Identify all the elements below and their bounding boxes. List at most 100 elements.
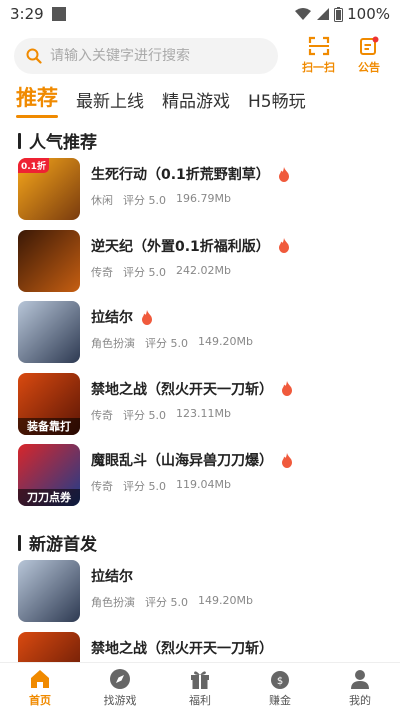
status-time: 3:29 xyxy=(10,5,44,23)
game-size: 242.02Mb xyxy=(176,263,231,277)
hot-fire-icon xyxy=(282,452,292,468)
category-tabs: 推荐 最新上线 精品游戏 H5畅玩 xyxy=(16,82,324,118)
game-title-row: 拉结尔 xyxy=(91,566,253,586)
nav-home[interactable]: 首页 xyxy=(0,663,80,712)
status-right: 100% xyxy=(294,5,390,23)
game-icon xyxy=(18,560,80,622)
section-title-new: 新游首发 xyxy=(18,530,97,555)
game-title-row: 生死行动（0.1折荒野割草） xyxy=(91,164,290,184)
game-rating: 评分 5.0 xyxy=(145,337,188,350)
game-rating: 评分 5.0 xyxy=(123,408,166,422)
game-list-item[interactable]: 逆天纪（外置0.1折福利版） 传奇 评分 5.0 242.02Mb xyxy=(18,229,388,294)
nav-label: 首页 xyxy=(29,693,51,707)
game-icon: 0.1折 xyxy=(18,158,80,220)
hot-fire-icon xyxy=(142,309,152,325)
compass-icon xyxy=(110,668,130,689)
game-rating: 评分 5.0 xyxy=(123,480,166,493)
search-input[interactable] xyxy=(50,48,250,64)
game-category: 传奇 xyxy=(91,408,113,422)
game-title-row: 逆天纪（外置0.1折福利版） xyxy=(91,236,290,256)
game-name: 魔眼乱斗（山海异兽刀刀爆） xyxy=(91,453,273,469)
game-title-row: 禁地之战（烈火开天一刀斩） xyxy=(91,638,273,658)
game-icon xyxy=(18,301,80,363)
scan-icon xyxy=(308,36,329,56)
game-list-item[interactable]: 装备靠打 禁地之战（烈火开天一刀斩） 传奇 评分 5.0 123.11Mb xyxy=(18,372,388,437)
game-title-row: 禁地之战（烈火开天一刀斩） xyxy=(91,379,293,399)
scan-button[interactable]: 扫一扫 xyxy=(302,36,335,75)
signal-icon xyxy=(317,8,330,20)
game-list-item[interactable]: 刀刀点券 魔眼乱斗（山海异兽刀刀爆） 传奇 评分 5.0 119.04Mb xyxy=(18,444,388,508)
game-title-row: 拉结尔 xyxy=(91,307,253,327)
nav-mine[interactable]: 我的 xyxy=(320,663,400,712)
game-info: 禁地之战（烈火开天一刀斩） 传奇评分 5.0 123.11Mb xyxy=(91,373,293,437)
hot-fire-icon xyxy=(278,238,289,253)
game-icon-badge: 装备靠打 xyxy=(18,417,80,435)
game-meta: 传奇评分 5.0 123.11Mb xyxy=(91,407,293,423)
game-name: 生死行动（0.1折荒野割草） xyxy=(91,167,270,183)
section-title-text: 新游首发 xyxy=(29,535,97,555)
user-icon xyxy=(351,669,369,689)
notice-label: 公告 xyxy=(358,61,380,74)
game-icon: 装备靠打 xyxy=(18,372,80,435)
game-list-item[interactable]: 拉结尔角色扮演 评分 5.0 149.20Mb xyxy=(18,560,388,624)
game-meta: 休闲 评分 5.0 196.79Mb xyxy=(91,192,290,208)
game-name: 拉结尔 xyxy=(91,310,133,326)
game-size: 123.11Mb xyxy=(176,406,231,420)
notice-button[interactable]: 公告 xyxy=(358,36,380,75)
game-icon xyxy=(18,229,80,292)
game-name: 逆天纪（外置0.1折福利版） xyxy=(91,238,270,255)
discount-corner-badge: 0.1折 xyxy=(18,158,49,173)
game-meta: 角色扮演 评分 5.0 149.20Mb xyxy=(91,594,253,610)
battery-icon xyxy=(334,6,344,22)
game-size: 149.20Mb xyxy=(198,594,253,607)
game-name: 禁地之战（烈火开天一刀斩） xyxy=(91,640,273,657)
tab-featured-games[interactable]: 精品游戏 xyxy=(162,87,230,112)
nav-welfare[interactable]: 福利 xyxy=(160,663,240,712)
bottom-nav: 首页 找游戏 福利 $ 赚金 我的 xyxy=(0,662,400,712)
game-size: 196.79Mb xyxy=(176,192,231,205)
section-title-popular: 人气推荐 xyxy=(18,128,97,153)
money-bag-icon: $ xyxy=(271,670,289,689)
game-title-row: 魔眼乱斗（山海异兽刀刀爆） xyxy=(91,450,293,470)
game-info: 拉结尔角色扮演 评分 5.0 149.20Mb xyxy=(91,301,253,365)
game-info: 魔眼乱斗（山海异兽刀刀爆） 传奇 评分 5.0 119.04Mb xyxy=(91,444,293,508)
game-icon-badge: 刀刀点券 xyxy=(18,489,80,506)
game-info: 生死行动（0.1折荒野割草） 休闲 评分 5.0 196.79Mb xyxy=(91,158,290,222)
game-category: 传奇 xyxy=(91,480,113,493)
game-name: 禁地之战（烈火开天一刀斩） xyxy=(91,381,273,398)
hot-fire-icon xyxy=(278,166,289,182)
scan-label: 扫一扫 xyxy=(302,61,335,74)
notice-icon xyxy=(360,36,379,55)
tab-h5[interactable]: H5畅玩 xyxy=(248,87,306,112)
section-title-text: 人气推荐 xyxy=(29,133,97,153)
game-icon: 刀刀点券 xyxy=(18,444,80,506)
svg-text:$: $ xyxy=(277,676,283,687)
nav-label: 福利 xyxy=(189,693,211,707)
tab-recommend[interactable]: 推荐 xyxy=(16,82,58,118)
search-bar[interactable] xyxy=(14,38,278,74)
status-bar: 3:29 100% xyxy=(0,0,400,28)
game-list-item[interactable]: 0.1折 生死行动（0.1折荒野割草） 休闲 评分 5.0 196.79Mb xyxy=(18,158,388,222)
wifi-icon xyxy=(295,8,312,20)
notification-icon xyxy=(51,7,66,21)
hot-fire-icon xyxy=(282,381,292,396)
game-meta: 角色扮演 评分 5.0 149.20Mb xyxy=(91,335,253,351)
section-marker xyxy=(18,132,21,149)
game-rating: 评分 5.0 xyxy=(123,265,166,279)
game-size: 149.20Mb xyxy=(198,335,253,348)
game-meta: 传奇 评分 5.0 242.02Mb xyxy=(91,264,290,280)
game-rating: 评分 5.0 xyxy=(123,194,166,207)
game-size: 119.04Mb xyxy=(176,478,231,491)
game-category: 角色扮演 xyxy=(91,596,135,609)
game-name: 拉结尔 xyxy=(91,569,133,585)
nav-find-games[interactable]: 找游戏 xyxy=(80,663,160,712)
game-list-item[interactable]: 拉结尔角色扮演 评分 5.0 149.20Mb xyxy=(18,301,388,365)
gift-icon xyxy=(191,670,209,689)
game-category: 传奇 xyxy=(91,265,113,279)
nav-earn[interactable]: $ 赚金 xyxy=(240,663,320,712)
search-icon xyxy=(26,48,42,64)
tab-new-release[interactable]: 最新上线 xyxy=(76,87,144,112)
game-category: 角色扮演 xyxy=(91,337,135,350)
home-icon xyxy=(31,669,49,688)
nav-label: 赚金 xyxy=(269,693,291,707)
